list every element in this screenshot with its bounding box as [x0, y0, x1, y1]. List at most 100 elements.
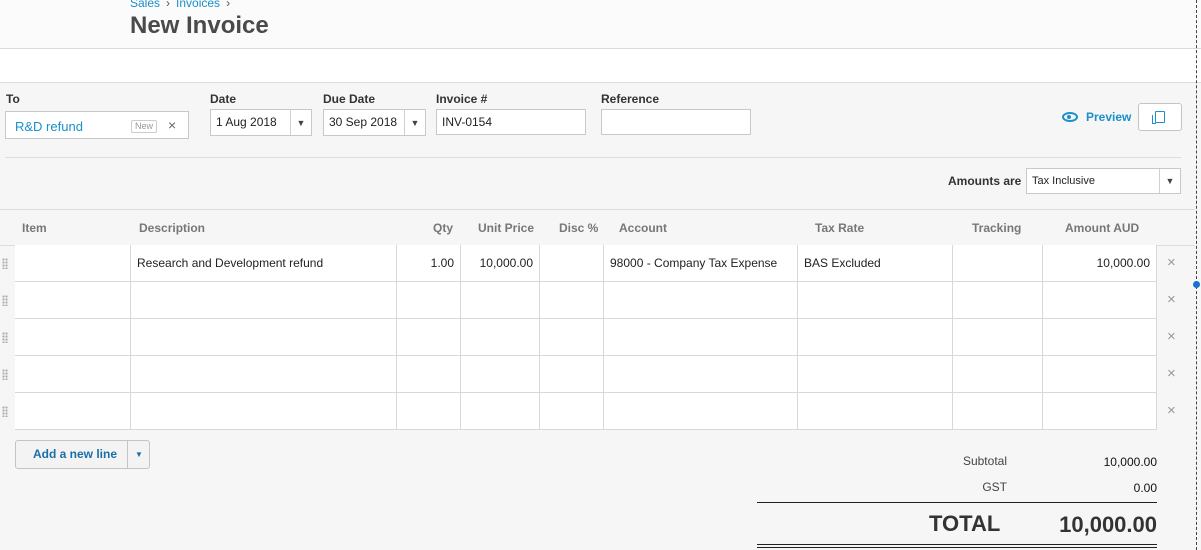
cell-item[interactable]	[15, 356, 131, 393]
cell-item[interactable]	[15, 393, 131, 430]
cell-description[interactable]: Research and Development refund	[131, 245, 397, 282]
resize-guide[interactable]	[1196, 0, 1197, 550]
total-divider	[757, 502, 1157, 503]
cell-tax-rate[interactable]: BAS Excluded	[798, 245, 953, 282]
to-field[interactable]: R&D refund New ×	[5, 111, 189, 139]
drag-handle-icon[interactable]	[2, 369, 8, 380]
drag-handle-icon[interactable]	[2, 258, 8, 269]
resize-handle[interactable]	[1193, 281, 1200, 288]
date-picker[interactable]: 1 Aug 2018 ▼	[210, 109, 312, 136]
total-underline	[757, 544, 1157, 545]
cell-account[interactable]	[604, 393, 798, 430]
gst-value: 0.00	[1133, 481, 1157, 495]
cell-unit-price[interactable]	[461, 356, 540, 393]
to-value: R&D refund	[15, 119, 83, 134]
due-date-label: Due Date	[323, 92, 376, 106]
cell-description[interactable]	[131, 393, 397, 430]
close-icon[interactable]: ×	[1167, 403, 1176, 419]
cell-account[interactable]: 98000 - Company Tax Expense	[604, 245, 798, 282]
cell-unit-price[interactable]	[461, 282, 540, 319]
cell-amount[interactable]: 10,000.00	[1043, 245, 1157, 282]
amounts-tax-select[interactable]: Tax Inclusive ▼	[1026, 168, 1181, 194]
cell-unit-price[interactable]: 10,000.00	[461, 245, 540, 282]
cell-tracking[interactable]	[953, 356, 1043, 393]
page-title: New Invoice	[130, 12, 269, 39]
cell-account[interactable]	[604, 356, 798, 393]
breadcrumb-invoices[interactable]: Invoices	[176, 0, 220, 10]
cell-description[interactable]	[131, 282, 397, 319]
table-row: ×	[0, 393, 1195, 430]
cell-description[interactable]	[131, 319, 397, 356]
add-new-line-button[interactable]: Add a new line ▼	[15, 440, 150, 469]
cell-disc[interactable]	[540, 245, 604, 282]
cell-item[interactable]	[15, 319, 131, 356]
total-underline	[757, 547, 1157, 548]
chevron-down-icon[interactable]: ▼	[290, 110, 311, 135]
breadcrumb: Sales › Invoices ›	[130, 0, 236, 10]
drag-handle-icon[interactable]	[2, 406, 8, 417]
cell-qty[interactable]	[397, 319, 461, 356]
cell-tax-rate[interactable]	[798, 282, 953, 319]
amounts-tax-value: Tax Inclusive	[1032, 175, 1095, 187]
column-qty: Qty	[433, 221, 454, 235]
breadcrumb-sales[interactable]: Sales	[130, 0, 160, 10]
close-icon[interactable]: ×	[1167, 292, 1176, 308]
cell-amount[interactable]	[1043, 356, 1157, 393]
to-label: To	[6, 92, 20, 106]
table-row: ×	[0, 356, 1195, 393]
table-row: Research and Development refund 1.00 10,…	[0, 245, 1195, 282]
drag-handle-icon[interactable]	[2, 295, 8, 306]
total-label: TOTAL	[929, 511, 1001, 536]
column-description: Description	[139, 221, 206, 235]
cell-account[interactable]	[604, 319, 798, 356]
close-icon[interactable]: ×	[168, 117, 176, 133]
column-disc: Disc %	[559, 221, 599, 235]
cell-disc[interactable]	[540, 393, 604, 430]
close-icon[interactable]: ×	[1167, 329, 1176, 345]
cell-tracking[interactable]	[953, 245, 1043, 282]
column-amount: Amount AUD	[1065, 221, 1140, 235]
chevron-down-icon[interactable]: ▼	[1159, 169, 1180, 193]
cell-qty[interactable]	[397, 356, 461, 393]
cell-disc[interactable]	[540, 319, 604, 356]
invoice-number-input[interactable]: INV-0154	[436, 109, 586, 135]
cell-qty[interactable]: 1.00	[397, 245, 461, 282]
reference-input[interactable]	[601, 109, 751, 135]
cell-tracking[interactable]	[953, 282, 1043, 319]
section-divider	[5, 157, 1181, 158]
cell-item[interactable]	[15, 282, 131, 319]
column-account: Account	[619, 221, 667, 235]
cell-qty[interactable]	[397, 393, 461, 430]
cell-description[interactable]	[131, 356, 397, 393]
cell-item[interactable]	[15, 245, 131, 282]
cell-qty[interactable]	[397, 282, 461, 319]
copy-button[interactable]	[1138, 103, 1182, 131]
due-date-picker[interactable]: 30 Sep 2018 ▼	[323, 109, 426, 136]
cell-tax-rate[interactable]	[798, 393, 953, 430]
new-contact-badge: New	[131, 120, 158, 133]
breadcrumb-separator: ›	[226, 0, 231, 10]
cell-unit-price[interactable]	[461, 393, 540, 430]
preview-button[interactable]: Preview	[1062, 110, 1131, 124]
cell-disc[interactable]	[540, 282, 604, 319]
eye-icon	[1062, 112, 1078, 122]
chevron-down-icon[interactable]: ▼	[404, 110, 425, 135]
close-icon[interactable]: ×	[1167, 366, 1176, 382]
cell-amount[interactable]	[1043, 319, 1157, 356]
close-icon[interactable]: ×	[1167, 255, 1176, 271]
cell-amount[interactable]	[1043, 282, 1157, 319]
cell-tax-rate[interactable]	[798, 356, 953, 393]
preview-label: Preview	[1086, 110, 1132, 124]
cell-account[interactable]	[604, 282, 798, 319]
cell-tracking[interactable]	[953, 319, 1043, 356]
cell-tracking[interactable]	[953, 393, 1043, 430]
add-new-line-label: Add a new line	[33, 447, 118, 461]
cell-disc[interactable]	[540, 356, 604, 393]
table-row: ×	[0, 282, 1195, 319]
chevron-down-icon[interactable]: ▼	[127, 441, 150, 468]
drag-handle-icon[interactable]	[2, 332, 8, 343]
cell-unit-price[interactable]	[461, 319, 540, 356]
date-label: Date	[210, 92, 237, 106]
cell-amount[interactable]	[1043, 393, 1157, 430]
cell-tax-rate[interactable]	[798, 319, 953, 356]
